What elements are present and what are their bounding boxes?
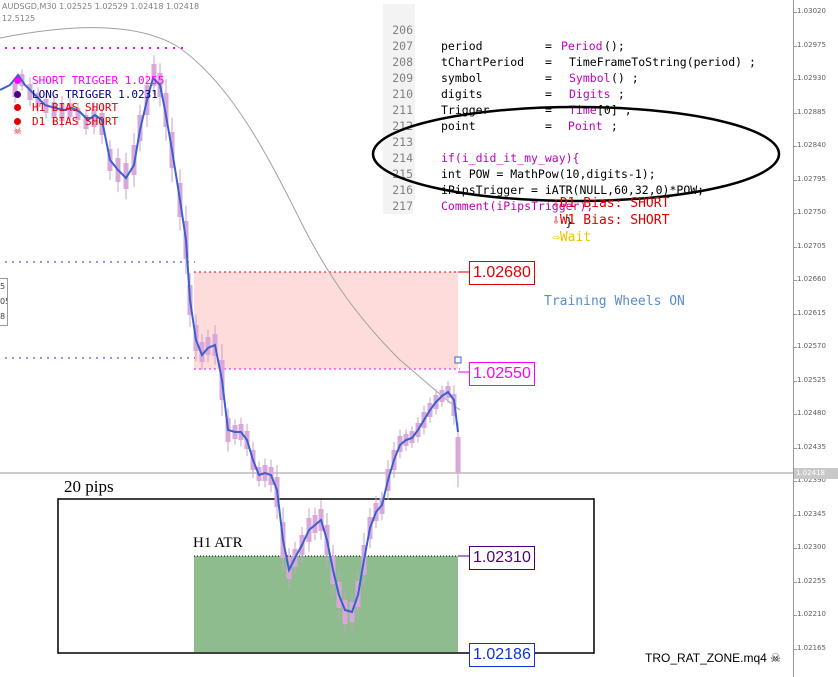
code-line: 210 Trigger = Time [0] ;	[383, 70, 793, 117]
left-box-value: 8	[0, 312, 6, 321]
left-info-box: 5 05 8	[0, 278, 8, 326]
price-tick-label: 1.02840	[797, 141, 826, 149]
code-line: 209 digits = Digits ;	[383, 54, 793, 101]
bias-panel: ⇩D1 Bias: SHORT ⇩W1 Bias: SHORT ⇨Wait	[552, 195, 669, 246]
price-tick-label: 1.02480	[797, 409, 826, 417]
price-tick-label: 1.02705	[797, 241, 826, 250]
red-dot-icon	[14, 117, 21, 125]
code-line: 211 point = Point ;	[383, 86, 793, 133]
legend-label: SHORT TRIGGER 1.0255	[32, 74, 165, 87]
price-tick-label: 1.02750	[797, 208, 826, 216]
bias-label: W1 Bias: SHORT	[559, 213, 670, 228]
bias-wait-row: ⇨Wait	[552, 229, 669, 246]
candle-body	[205, 337, 211, 355]
long-zone	[194, 556, 458, 652]
bias-w1-row: ⇩W1 Bias: SHORT	[552, 212, 669, 229]
price-tick-label: 1.02570	[797, 342, 826, 350]
code-line: 208 symbol = Symbol() ;	[383, 38, 793, 85]
short-trigger-marker	[454, 356, 462, 364]
price-tick-label: 1.02210	[797, 610, 826, 618]
code-line: 207 tChartPeriod = TimeFrameToString(perio…	[383, 22, 793, 69]
bias-d1-row: ⇩D1 Bias: SHORT	[552, 195, 669, 212]
candle-body	[455, 437, 461, 473]
red-dot-icon	[14, 104, 21, 111]
price-tick-label: 1.02660	[797, 275, 826, 283]
price-label-lower-zone: 1.02186	[469, 643, 535, 667]
price-tick-label: 1.02930	[797, 74, 826, 82]
legend-long-trigger: LONG TRIGGER 1.0231	[12, 88, 164, 102]
skull-icon: ☠	[13, 126, 22, 137]
bias-label: D1 Bias: SHORT	[559, 196, 670, 211]
price-tick-label: 1.02165	[797, 643, 826, 652]
code-line: 206 period = Period ();	[383, 6, 793, 53]
price-tick-label: 1.03020	[797, 7, 826, 15]
short-zone	[194, 272, 458, 369]
price-label-short-trigger: 1.02550	[469, 362, 535, 386]
price-tick-label: 1.02345	[797, 509, 826, 518]
current-price-tag: 1.02418	[794, 468, 838, 479]
magenta-dot-icon	[14, 77, 21, 84]
price-label-upper-zone: 1.02680	[469, 261, 535, 285]
price-tick-label: 1.02435	[797, 442, 826, 451]
legend-h1-bias: H1 BIAS SHORT	[12, 101, 164, 115]
price-tick-label: 1.02525	[797, 375, 826, 384]
price-label-long-trigger: 1.02310	[469, 546, 535, 570]
legend-short-trigger: SHORT TRIGGER 1.0255	[12, 74, 164, 88]
indigo-dot-icon	[14, 90, 21, 98]
left-box-value: 05	[0, 297, 7, 306]
legend-label: H1 BIAS SHORT	[32, 101, 119, 114]
trigger-legend: SHORT TRIGGER 1.0255 LONG TRIGGER 1.0231…	[12, 74, 164, 128]
legend-label: LONG TRIGGER 1.0231	[32, 87, 158, 101]
price-tick-label: 1.02885	[797, 107, 826, 116]
bias-label: Wait	[559, 230, 592, 245]
pips-annotation: 20 pips	[64, 477, 114, 496]
down-arrow-icon: ⇩	[552, 196, 560, 211]
chart-window[interactable]: AUDSGD,M30 1.02525 1.02529 1.02418 1.024…	[0, 0, 838, 677]
training-wheels-status: Training Wheels ON	[544, 294, 685, 309]
price-tick-label: 1.02300	[797, 543, 826, 551]
price-tick-label: 1.02795	[797, 174, 826, 183]
price-axis[interactable]: 1.03020 1.02975 1.02930 1.02885 1.02840 1.027…	[793, 0, 838, 677]
right-arrow-icon: ⇨	[552, 230, 560, 245]
legend-d1-bias: D1 BIAS SHORT	[12, 115, 164, 129]
atr-annotation: H1 ATR	[193, 535, 243, 551]
down-arrow-icon: ⇩	[552, 213, 560, 228]
left-box-value: 5	[0, 282, 6, 291]
legend-label: D1 BIAS SHORT	[32, 114, 119, 128]
price-tick-label: 1.02975	[797, 40, 826, 49]
price-tick-label: 1.02255	[797, 576, 826, 585]
indicator-name-label: TRO_RAT_ZONE.mq4 ☠	[645, 651, 781, 665]
price-tick-label: 1.02615	[797, 308, 826, 317]
